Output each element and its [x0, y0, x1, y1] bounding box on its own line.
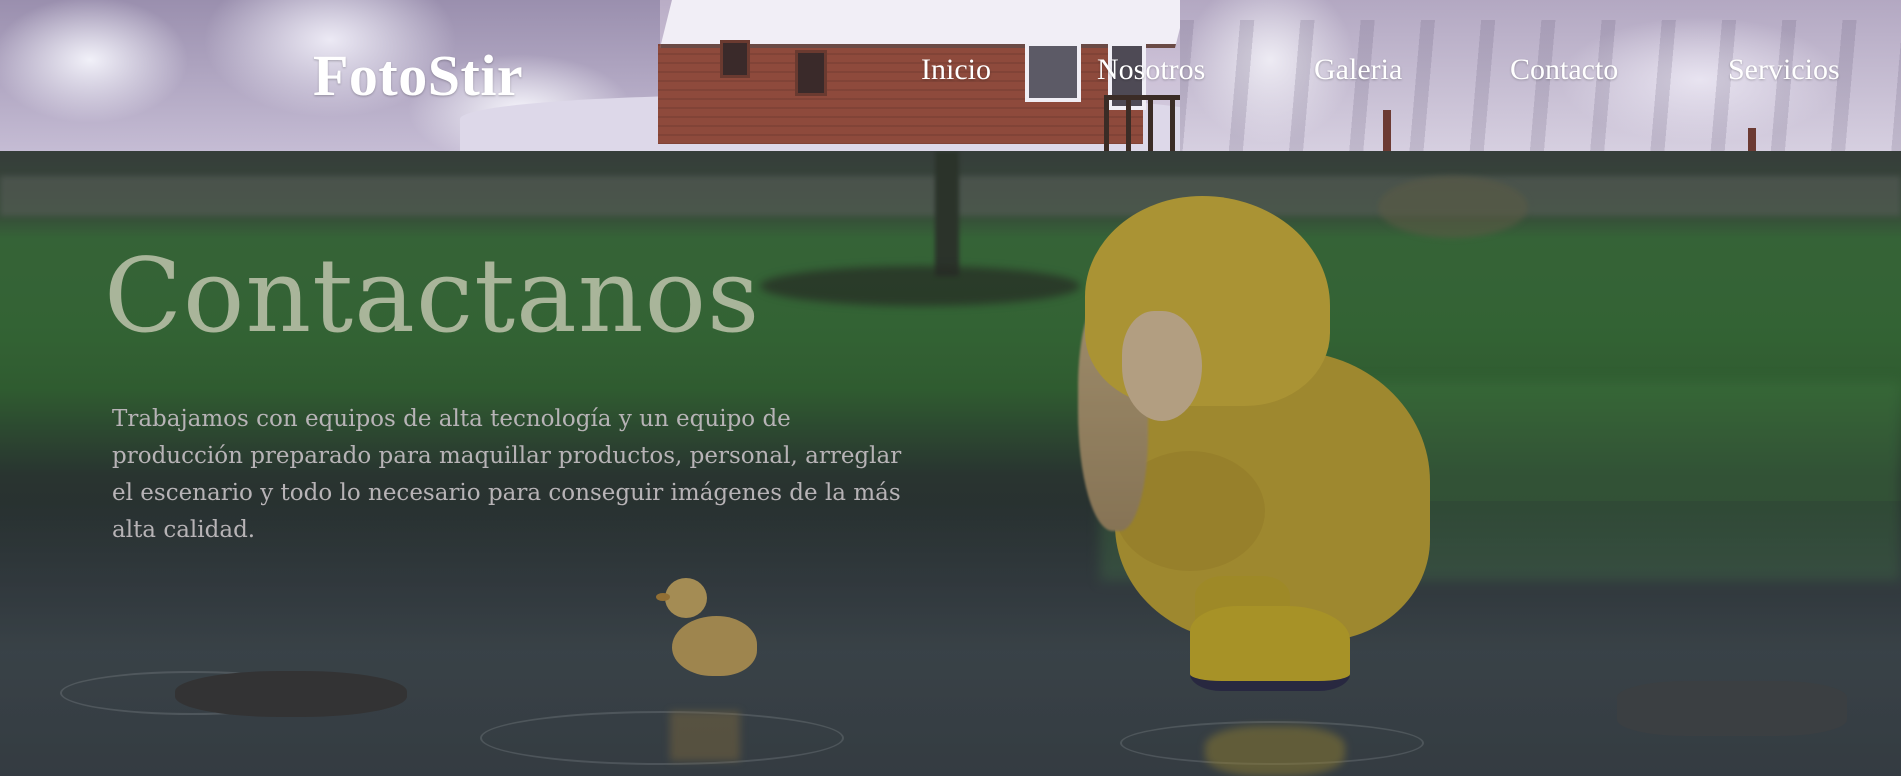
main-nav: Inicio Nosotros Galeria Contacto Servici…	[0, 50, 1901, 90]
hero-description: Trabajamos con equipos de alta tecnologí…	[112, 406, 902, 543]
page-title: Contactanos	[104, 237, 761, 356]
nav-link-galeria[interactable]: Galeria	[1314, 50, 1402, 90]
nav-link-inicio[interactable]: Inicio	[921, 50, 991, 90]
site-header: FotoStir Inicio Nosotros Galeria Contact…	[0, 0, 1901, 151]
fence-post	[1748, 128, 1756, 151]
fence-post	[1383, 110, 1391, 151]
nav-link-nosotros[interactable]: Nosotros	[1097, 50, 1205, 90]
nav-link-contacto[interactable]: Contacto	[1510, 50, 1618, 90]
nav-link-servicios[interactable]: Servicios	[1728, 50, 1840, 90]
hero-section: Contactanos Trabajamos con equipos de al…	[0, 151, 1901, 776]
